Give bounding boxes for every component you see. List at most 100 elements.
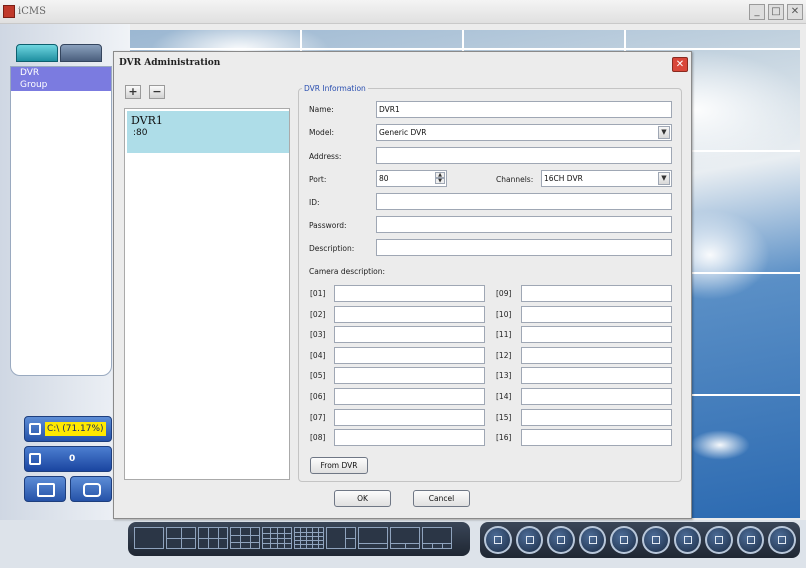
- channel-count: 0: [69, 454, 76, 464]
- name-field[interactable]: DVR1: [376, 101, 672, 118]
- speaker-icon: [29, 453, 41, 465]
- camera-label: [04]: [310, 351, 326, 360]
- camera-description-field[interactable]: [334, 285, 485, 302]
- crop-icon[interactable]: [705, 526, 733, 554]
- layout-6-icon[interactable]: [198, 527, 228, 549]
- name-label: Name:: [309, 105, 334, 114]
- save-icon[interactable]: [578, 526, 607, 554]
- cancel-button[interactable]: Cancel: [413, 490, 470, 507]
- model-label: Model:: [309, 128, 335, 137]
- tree-item-group[interactable]: Group: [11, 79, 111, 91]
- dvr-info-title: DVR Information: [302, 84, 368, 93]
- model-select[interactable]: Generic DVR ▼: [376, 124, 672, 141]
- from-dvr-button[interactable]: From DVR: [310, 457, 368, 474]
- address-field[interactable]: [376, 147, 672, 164]
- camera-label: [10]: [496, 310, 512, 319]
- window-icon[interactable]: [768, 526, 796, 554]
- camera-label: [09]: [496, 289, 512, 298]
- chevron-down-icon[interactable]: ▼: [658, 172, 670, 185]
- record-button[interactable]: [24, 476, 66, 502]
- layout-25-icon[interactable]: [294, 527, 324, 549]
- camera-label: [05]: [310, 371, 326, 380]
- camera-description-field[interactable]: [521, 429, 672, 446]
- layout-4-icon[interactable]: [166, 527, 196, 549]
- list-icon[interactable]: [547, 526, 575, 554]
- camera-description-field[interactable]: [521, 306, 672, 323]
- camera-label: [15]: [496, 413, 512, 422]
- camera-label: [11]: [496, 330, 512, 339]
- grid-divider: [130, 48, 800, 50]
- layout-wide-2-icon[interactable]: [390, 527, 420, 549]
- camera-description-field[interactable]: [334, 409, 485, 426]
- remove-dvr-button[interactable]: −: [149, 85, 165, 99]
- layout-wide-icon[interactable]: [358, 527, 388, 549]
- layout-wide-3-icon[interactable]: [422, 527, 452, 549]
- layout-16-icon[interactable]: [262, 527, 292, 549]
- port-field[interactable]: 80 ▲ ▼: [376, 170, 447, 187]
- camera-label: [16]: [496, 433, 512, 442]
- camera-description-field[interactable]: [334, 326, 485, 343]
- device-tree: DVR Group: [10, 66, 112, 376]
- tab-playback[interactable]: [60, 44, 102, 62]
- id-label: ID:: [309, 198, 320, 207]
- film-icon: [37, 483, 55, 497]
- ok-button[interactable]: OK: [334, 490, 391, 507]
- description-field[interactable]: [376, 239, 672, 256]
- dialog-close-button[interactable]: ✕: [672, 57, 688, 72]
- spin-down-icon[interactable]: ▼: [435, 178, 445, 184]
- minimize-button[interactable]: _: [749, 4, 765, 20]
- maximize-button[interactable]: □: [768, 4, 784, 20]
- add-dvr-button[interactable]: +: [125, 85, 141, 99]
- dvr-admin-dialog: DVR Administration ✕ + − DVR1 :80 DVR In…: [113, 51, 692, 519]
- channels-value: 16CH DVR: [544, 174, 583, 183]
- tab-camera[interactable]: [16, 44, 58, 62]
- camera-description-field[interactable]: [334, 367, 485, 384]
- camera-description-field[interactable]: [334, 347, 485, 364]
- dvr-item-name: DVR1: [131, 114, 163, 127]
- camera-label: [07]: [310, 413, 326, 422]
- monitor-icon[interactable]: [515, 526, 544, 554]
- play-icon[interactable]: [641, 526, 670, 554]
- port-value: 80: [379, 174, 389, 183]
- id-field[interactable]: [376, 193, 672, 210]
- dialog-titlebar: DVR Administration ✕: [114, 52, 691, 74]
- camera-description-field[interactable]: [521, 388, 672, 405]
- camera-label: [12]: [496, 351, 512, 360]
- app-logo-icon: [3, 5, 15, 18]
- camera-description-field[interactable]: [521, 326, 672, 343]
- camera-description-field[interactable]: [521, 367, 672, 384]
- layout-9-icon[interactable]: [230, 527, 260, 549]
- model-value: Generic DVR: [379, 128, 427, 137]
- dvr-list-item[interactable]: DVR1 :80: [127, 111, 289, 153]
- channels-select[interactable]: 16CH DVR ▼: [541, 170, 672, 187]
- action-toolbar: [480, 522, 800, 558]
- camera-description-field[interactable]: [521, 285, 672, 302]
- snapshot-button[interactable]: [70, 476, 112, 502]
- next-icon[interactable]: [673, 526, 702, 554]
- camera-description-field[interactable]: [334, 429, 485, 446]
- password-field[interactable]: [376, 216, 672, 233]
- chevron-down-icon[interactable]: ▼: [658, 126, 670, 139]
- camera-description-field[interactable]: [334, 388, 485, 405]
- hdd-usage-text: C:\ (71.17%): [45, 422, 106, 436]
- config-icon[interactable]: [484, 526, 512, 554]
- playlist-icon[interactable]: [610, 526, 638, 554]
- layout-1-icon[interactable]: [134, 527, 164, 549]
- description-label: Description:: [309, 244, 355, 253]
- channel-counter-panel: 0: [24, 446, 112, 472]
- camera-description-label: Camera description:: [309, 267, 386, 276]
- camera-label: [13]: [496, 371, 512, 380]
- tree-item-dvr[interactable]: DVR: [11, 67, 111, 79]
- snapshot-icon[interactable]: [736, 526, 765, 554]
- close-button[interactable]: ✕: [787, 4, 803, 20]
- camera-description-field[interactable]: [521, 347, 672, 364]
- layout-split-icon[interactable]: [326, 527, 356, 549]
- password-label: Password:: [309, 221, 347, 230]
- camera-description-field[interactable]: [521, 409, 672, 426]
- port-stepper[interactable]: ▲ ▼: [435, 172, 445, 185]
- camera-label: [14]: [496, 392, 512, 401]
- dvr-list: DVR1 :80: [124, 108, 290, 480]
- address-label: Address:: [309, 152, 342, 161]
- port-label: Port:: [309, 175, 327, 184]
- camera-description-field[interactable]: [334, 306, 485, 323]
